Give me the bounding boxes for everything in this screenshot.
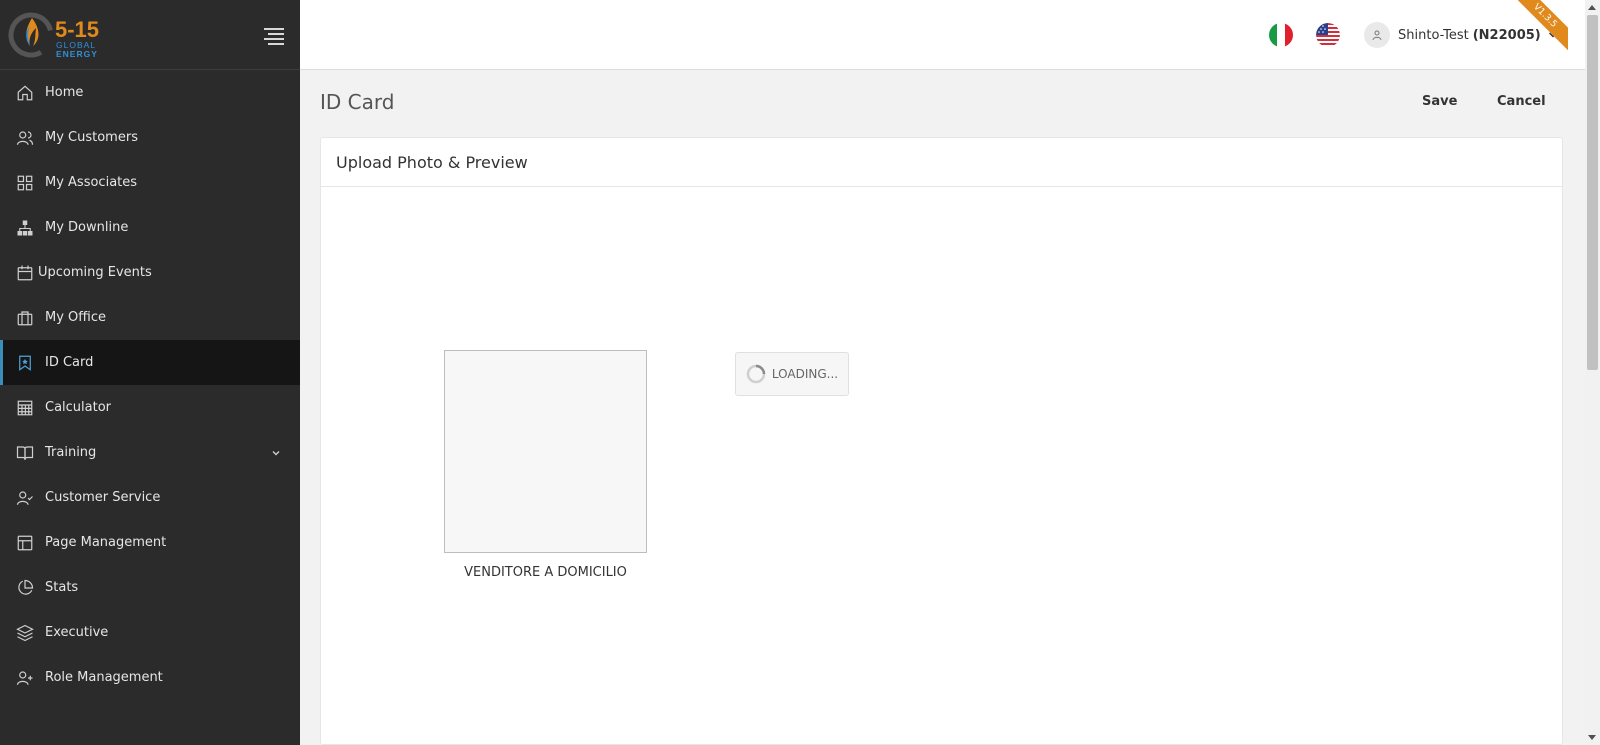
sidebar-item-label: ID Card	[45, 355, 94, 370]
sidebar-item-label: My Customers	[45, 130, 138, 145]
sidebar-item-training[interactable]: Training	[0, 430, 300, 475]
bookmark-star-icon	[16, 354, 34, 372]
sidebar-item-role-management[interactable]: Role Management	[0, 655, 300, 700]
sidebar-item-customer-service[interactable]: Customer Service	[0, 475, 300, 520]
sidebar-item-label: Customer Service	[45, 490, 161, 505]
sidebar-item-label: Stats	[45, 580, 79, 595]
book-icon	[16, 444, 34, 462]
sidebar-item-label: Upcoming Events	[38, 265, 152, 280]
company-logo[interactable]: 5-15 GLOBAL ENERGY	[8, 10, 108, 60]
scroll-thumb[interactable]	[1587, 15, 1598, 370]
sidebar-item-id-card[interactable]: ID Card	[0, 340, 300, 385]
hamburger-line	[268, 43, 284, 45]
save-button[interactable]: Save	[1422, 94, 1457, 109]
us-flag-icon[interactable]	[1316, 23, 1340, 47]
hamburger-line	[268, 33, 284, 35]
italian-flag-icon[interactable]	[1269, 23, 1293, 47]
upload-photo-button[interactable]: LOADING...	[735, 352, 849, 396]
pie-chart-icon	[16, 579, 34, 597]
svg-text:ENERGY: ENERGY	[56, 49, 98, 59]
svg-text:5-15: 5-15	[55, 17, 99, 42]
top-header: Shinto-Test (N22005) V1.3.5	[300, 0, 1585, 70]
sidebar-item-label: Page Management	[45, 535, 167, 550]
sidebar-item-my-downline[interactable]: My Downline	[0, 205, 300, 250]
sidebar-item-stats[interactable]: Stats	[0, 565, 300, 610]
user-plus-icon	[16, 669, 34, 687]
sidebar-item-page-management[interactable]: Page Management	[0, 520, 300, 565]
sidebar-item-upcoming-events[interactable]: Upcoming Events	[0, 250, 300, 295]
page-scrollbar[interactable]	[1585, 0, 1600, 745]
photo-caption: VENDITORE A DOMICILIO	[464, 565, 627, 580]
sidebar-item-label: Calculator	[45, 400, 112, 415]
user-check-icon	[16, 489, 34, 507]
scroll-down-icon[interactable]	[1588, 735, 1596, 740]
org-chart-icon	[16, 219, 34, 237]
layout-icon	[16, 534, 34, 552]
user-name: Shinto-Test	[1398, 27, 1469, 43]
sidebar-toggle-button[interactable]	[264, 28, 284, 45]
sidebar-item-label: My Downline	[45, 220, 129, 235]
loading-label: LOADING...	[771, 367, 839, 381]
brand-bar: 5-15 GLOBAL ENERGY	[0, 0, 300, 70]
calendar-icon	[16, 264, 34, 282]
sidebar-item-my-customers[interactable]: My Customers	[0, 115, 300, 160]
sidebar-item-my-associates[interactable]: My Associates	[0, 160, 300, 205]
hamburger-line	[264, 28, 284, 30]
layers-icon	[16, 624, 34, 642]
page-title: ID Card	[320, 90, 395, 114]
chevron-down-icon[interactable]	[270, 447, 282, 459]
user-icon	[1372, 30, 1382, 41]
sidebar-item-label: Role Management	[45, 670, 163, 685]
scroll-up-icon[interactable]	[1588, 5, 1596, 10]
hamburger-line	[264, 38, 284, 40]
upload-photo-card: Upload Photo & Preview VENDITORE A DOMIC…	[320, 137, 1563, 745]
sidebar-nav: Home My Customers My Associates My Downl…	[0, 70, 300, 700]
photo-preview[interactable]	[444, 350, 647, 553]
version-ribbon: V1.3.5	[1518, 0, 1568, 50]
sidebar: 5-15 GLOBAL ENERGY Home My Customers My …	[0, 0, 300, 745]
card-title: Upload Photo & Preview	[321, 138, 1562, 187]
sidebar-item-executive[interactable]: Executive	[0, 610, 300, 655]
spinner-icon	[746, 364, 766, 384]
sidebar-item-my-office[interactable]: My Office	[0, 295, 300, 340]
version-label: V1.3.5	[1518, 0, 1568, 50]
sidebar-item-label: Training	[45, 445, 97, 460]
cancel-button[interactable]: Cancel	[1497, 94, 1546, 109]
sidebar-item-label: My Associates	[45, 175, 138, 190]
sidebar-item-home[interactable]: Home	[0, 70, 300, 115]
sidebar-item-label: Home	[45, 85, 84, 100]
calculator-icon	[16, 399, 34, 417]
sidebar-item-label: Executive	[45, 625, 109, 640]
avatar	[1364, 22, 1390, 48]
home-icon	[16, 84, 34, 102]
sidebar-item-label: My Office	[45, 310, 106, 325]
grid-icon	[16, 174, 34, 192]
users-icon	[16, 129, 34, 147]
sidebar-item-calculator[interactable]: Calculator	[0, 385, 300, 430]
briefcase-icon	[16, 309, 34, 327]
